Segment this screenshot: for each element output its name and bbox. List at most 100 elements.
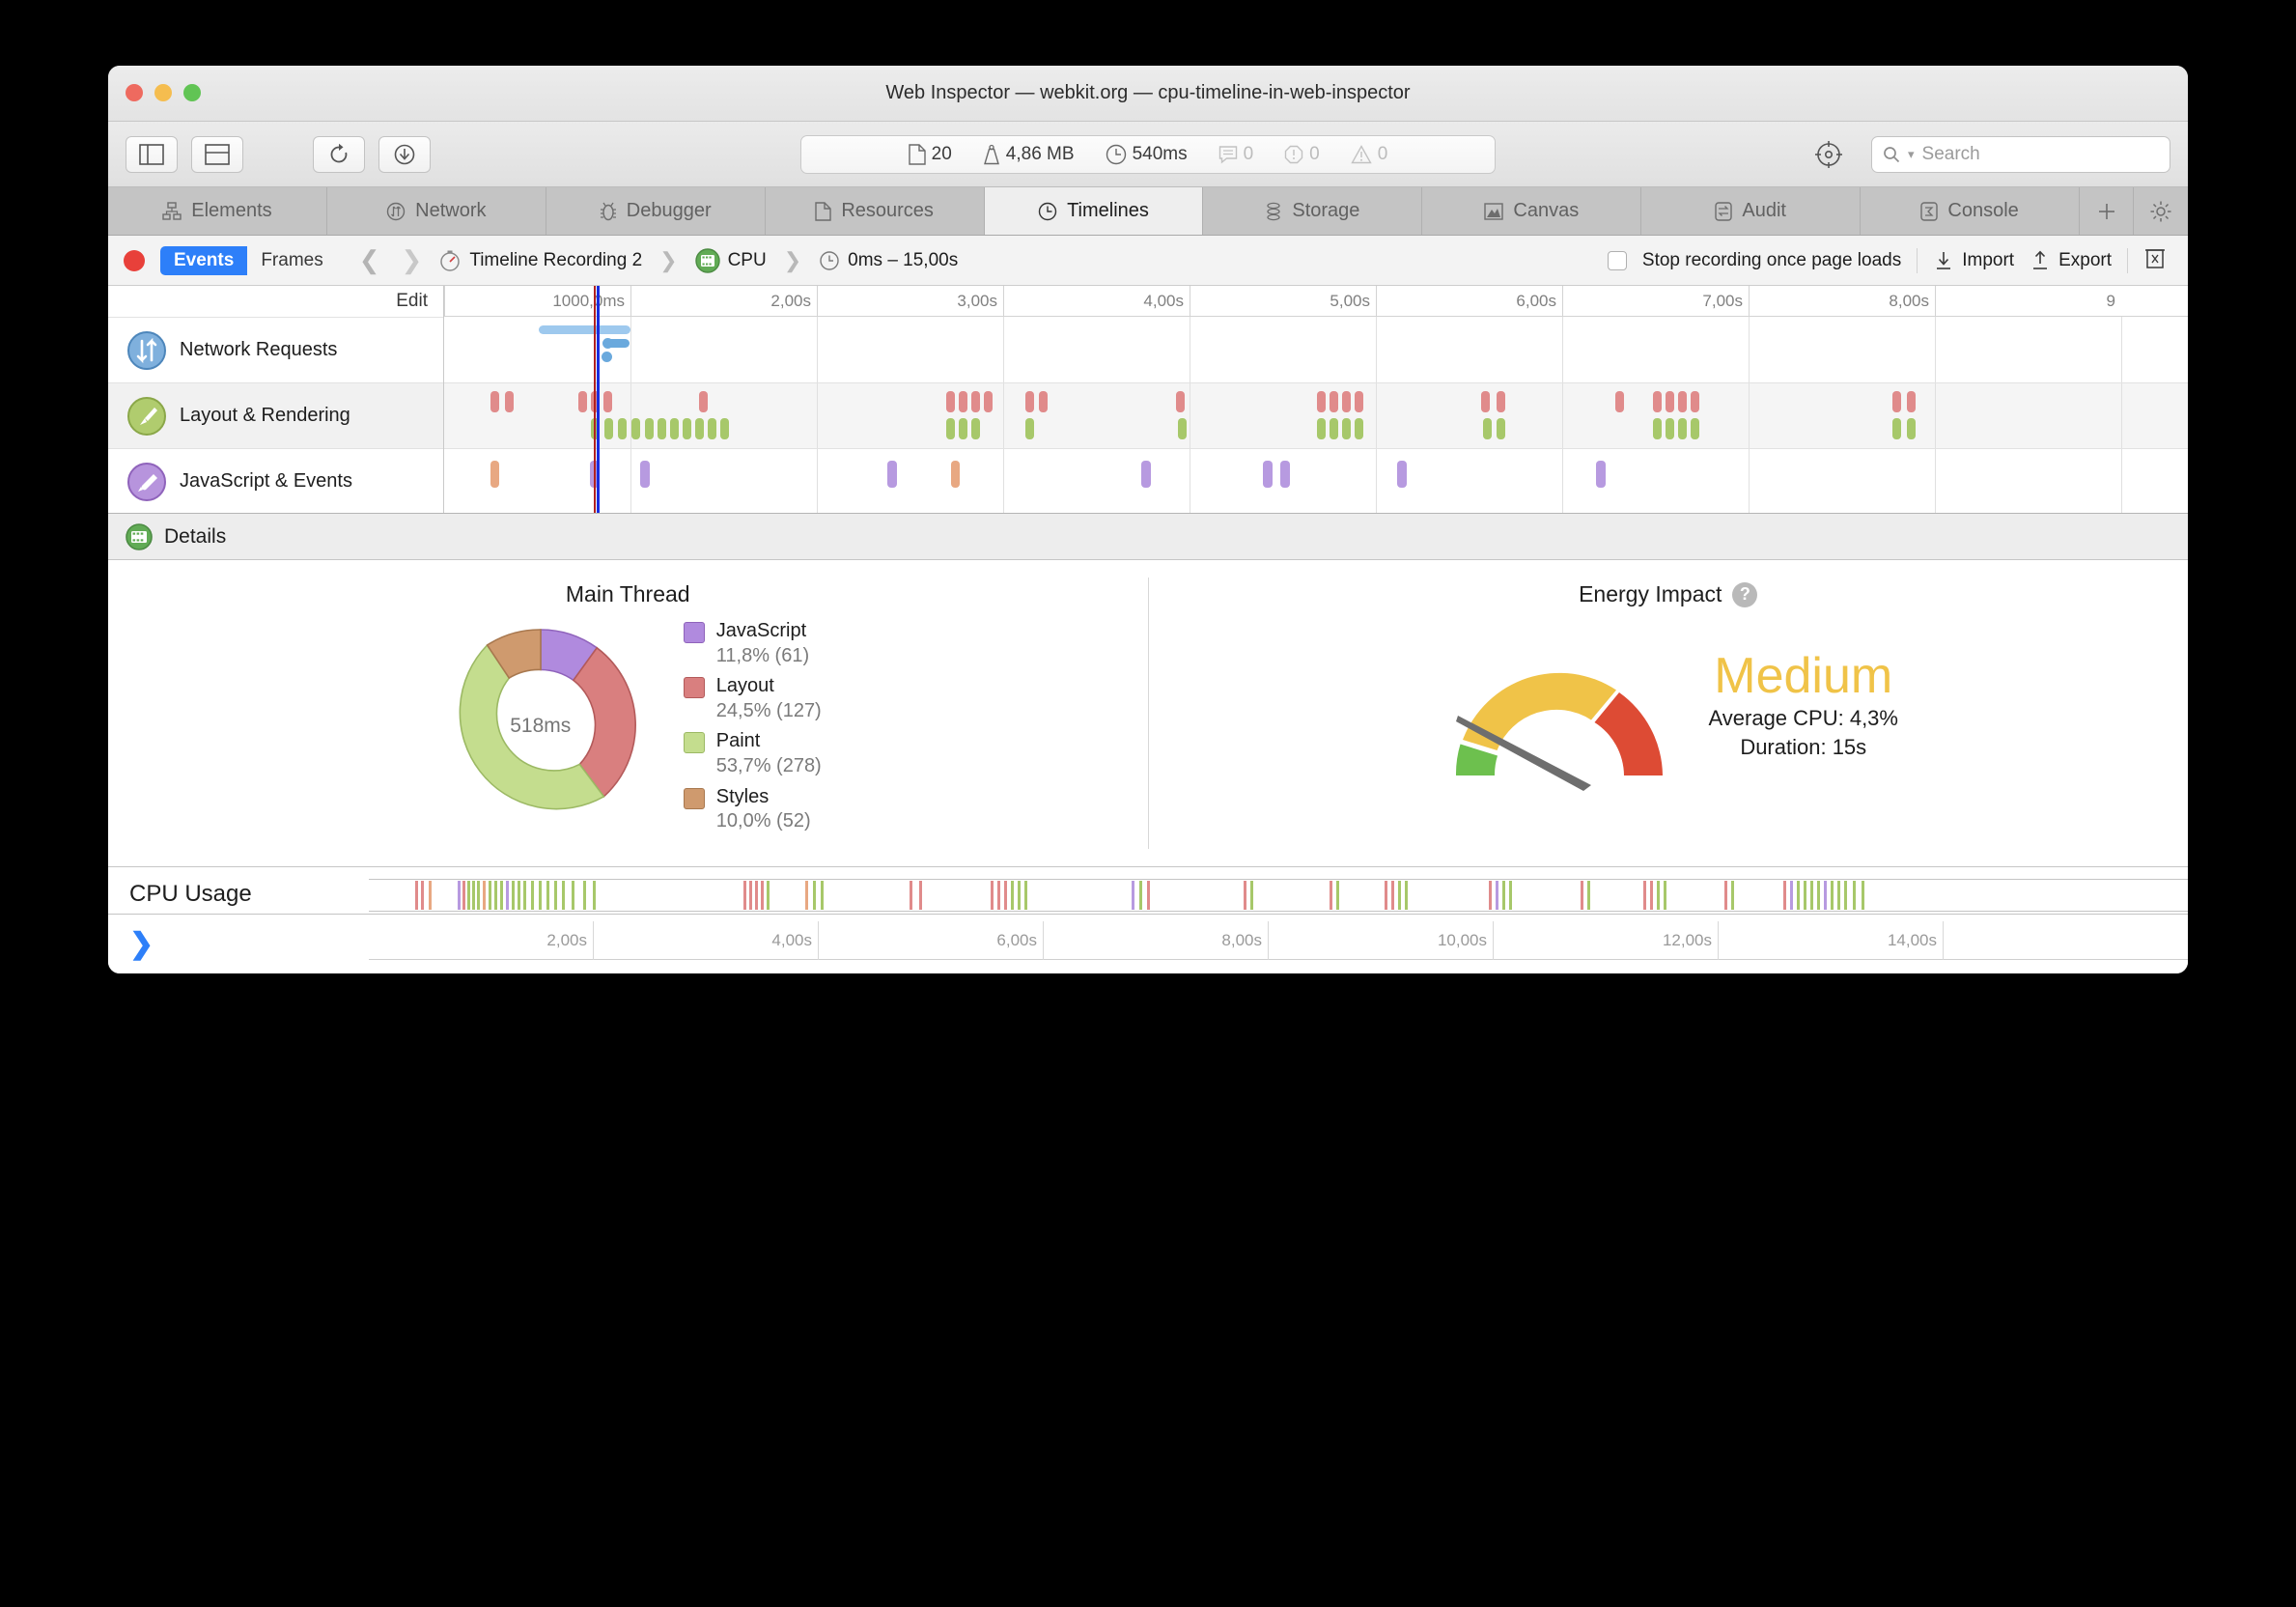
- paint-event: [1342, 418, 1351, 439]
- stat-error-count[interactable]: 0: [1272, 144, 1332, 165]
- timeline-row-javascript[interactable]: [444, 448, 2188, 513]
- x-tick-label: 8,00s: [1221, 931, 1262, 949]
- stat-log-count[interactable]: 0: [1206, 144, 1267, 165]
- tab-storage[interactable]: Storage: [1203, 187, 1423, 235]
- tab-audit[interactable]: Audit: [1641, 187, 1862, 235]
- ruler-tick-label: 4,00s: [1143, 292, 1184, 310]
- clear-timeline-button[interactable]: [2143, 245, 2167, 276]
- reload-button[interactable]: [313, 135, 365, 173]
- timeline-playhead-secondary[interactable]: [594, 286, 596, 513]
- cpu-event-marker-strip: [369, 879, 2188, 912]
- tab-elements[interactable]: Elements: [108, 187, 327, 235]
- x-tick-label: 14,00s: [1887, 931, 1937, 949]
- layout-event: [1691, 391, 1699, 412]
- toggle-bottom-sidebar-button[interactable]: [191, 135, 243, 173]
- add-tab-button[interactable]: [2080, 187, 2135, 235]
- ruler-tick-label: 6,00s: [1516, 292, 1556, 310]
- edit-tracks-button[interactable]: Edit: [108, 286, 443, 317]
- legend-value: 10,0% (52): [715, 810, 811, 832]
- help-icon[interactable]: ?: [1732, 581, 1758, 607]
- tab-label: Storage: [1292, 200, 1360, 221]
- forward-button[interactable]: ❯: [397, 245, 428, 275]
- layout-event: [1342, 391, 1351, 412]
- layout-event: [971, 391, 980, 412]
- paint-event: [618, 418, 627, 439]
- layout-event: [1330, 391, 1338, 412]
- track-label: Layout & Rendering: [180, 405, 350, 426]
- toolbar: 20 4,86 MB 540ms 0 0 0 ▾ Search: [108, 122, 2188, 187]
- segment-frames[interactable]: Frames: [247, 246, 336, 275]
- stat-value: 0: [1243, 143, 1254, 164]
- legend-value: 11,8% (61): [715, 644, 810, 666]
- timeline-row-network[interactable]: [444, 317, 2188, 382]
- error-icon: [1284, 145, 1303, 163]
- tab-network[interactable]: Network: [326, 187, 546, 235]
- cpu-icon: [694, 247, 720, 273]
- inspect-target-button[interactable]: [1804, 136, 1854, 173]
- network-requests-icon: [127, 330, 166, 370]
- layout-event: [1907, 391, 1916, 412]
- layout-event: [1355, 391, 1363, 412]
- energy-gauge: [1455, 672, 1663, 791]
- search-icon: [1884, 146, 1900, 162]
- stop-recording-checkbox[interactable]: [1607, 250, 1627, 270]
- timeline-row-layout[interactable]: [444, 382, 2188, 448]
- search-field[interactable]: ▾ Search: [1871, 135, 2170, 173]
- breadcrumb-recording[interactable]: Timeline Recording 2: [438, 249, 642, 272]
- layout-event: [1176, 391, 1185, 412]
- paint-event: [1892, 418, 1901, 439]
- download-button[interactable]: [378, 135, 431, 173]
- export-label: Export: [2058, 249, 2112, 270]
- breadcrumb-range[interactable]: 0ms – 15,00s: [819, 250, 958, 271]
- tab-resources[interactable]: Resources: [765, 187, 985, 235]
- timeline-graph-area[interactable]: 1000,0ms 2,00s 3,00s 4,00s 5,00s 6,00s 7…: [444, 286, 2188, 513]
- document-icon: [908, 143, 926, 165]
- download-icon: [394, 144, 415, 164]
- x-tick-label: 2,00s: [546, 931, 587, 949]
- paint-event: [604, 418, 613, 439]
- breadcrumb-separator: ❯: [783, 247, 802, 272]
- database-icon: [1267, 202, 1281, 220]
- legend-item-layout: Layout 24,5% (127): [683, 674, 822, 723]
- main-thread-title: Main Thread: [565, 581, 690, 606]
- main-thread-chart-section: Main Thread 518ms JavaScript 11,8% (61) …: [108, 560, 1148, 866]
- tab-timelines[interactable]: Timelines: [984, 187, 1204, 235]
- layout-event: [505, 391, 514, 412]
- paint-event: [946, 418, 955, 439]
- layout-event: [1892, 391, 1901, 412]
- timeline-track-list: Edit Network Requests Layout & Rendering: [108, 286, 444, 610]
- settings-button[interactable]: [2134, 187, 2188, 235]
- legend-item-javascript: JavaScript 11,8% (61): [683, 619, 822, 668]
- divider: [2127, 247, 2128, 273]
- ruler-tick-label: 9: [2106, 292, 2115, 310]
- segment-events[interactable]: Events: [160, 245, 248, 275]
- stop-recording-label: Stop recording once page loads: [1641, 249, 1902, 270]
- toggle-left-sidebar-button[interactable]: [126, 135, 178, 173]
- layout-event: [1678, 391, 1687, 412]
- tab-canvas[interactable]: Canvas: [1422, 187, 1642, 235]
- timeline-ruler[interactable]: 1000,0ms 2,00s 3,00s 4,00s 5,00s 6,00s 7…: [444, 286, 2188, 317]
- layout-event: [603, 391, 612, 412]
- import-button[interactable]: Import: [1933, 250, 2014, 271]
- breadcrumb-cpu[interactable]: CPU: [694, 247, 767, 273]
- layout-event: [490, 391, 499, 412]
- divider: [1917, 247, 1918, 273]
- paint-event: [1497, 418, 1505, 439]
- legend-label: Layout: [715, 675, 774, 697]
- timeline-playhead[interactable]: [597, 286, 600, 513]
- timeline-track-network-requests[interactable]: Network Requests: [108, 317, 443, 382]
- elements-icon: [162, 201, 182, 220]
- legend-swatch: [683, 732, 705, 754]
- stat-warning-count[interactable]: 0: [1338, 144, 1401, 165]
- tab-debugger[interactable]: Debugger: [546, 187, 766, 235]
- timeline-rows: Maximum CPU Usage: 16,4%: [444, 286, 2188, 513]
- stat-value: 0: [1377, 143, 1388, 164]
- back-button[interactable]: ❮: [354, 245, 385, 275]
- timeline-track-javascript-events[interactable]: JavaScript & Events: [108, 448, 443, 514]
- titlebar: Web Inspector — webkit.org — cpu-timelin…: [108, 66, 2188, 122]
- record-button[interactable]: [124, 249, 145, 271]
- chevron-right-icon[interactable]: ❯: [129, 927, 154, 961]
- timeline-track-layout-rendering[interactable]: Layout & Rendering: [108, 382, 443, 448]
- export-button[interactable]: Export: [2030, 250, 2112, 271]
- tab-console[interactable]: Console: [1861, 187, 2081, 235]
